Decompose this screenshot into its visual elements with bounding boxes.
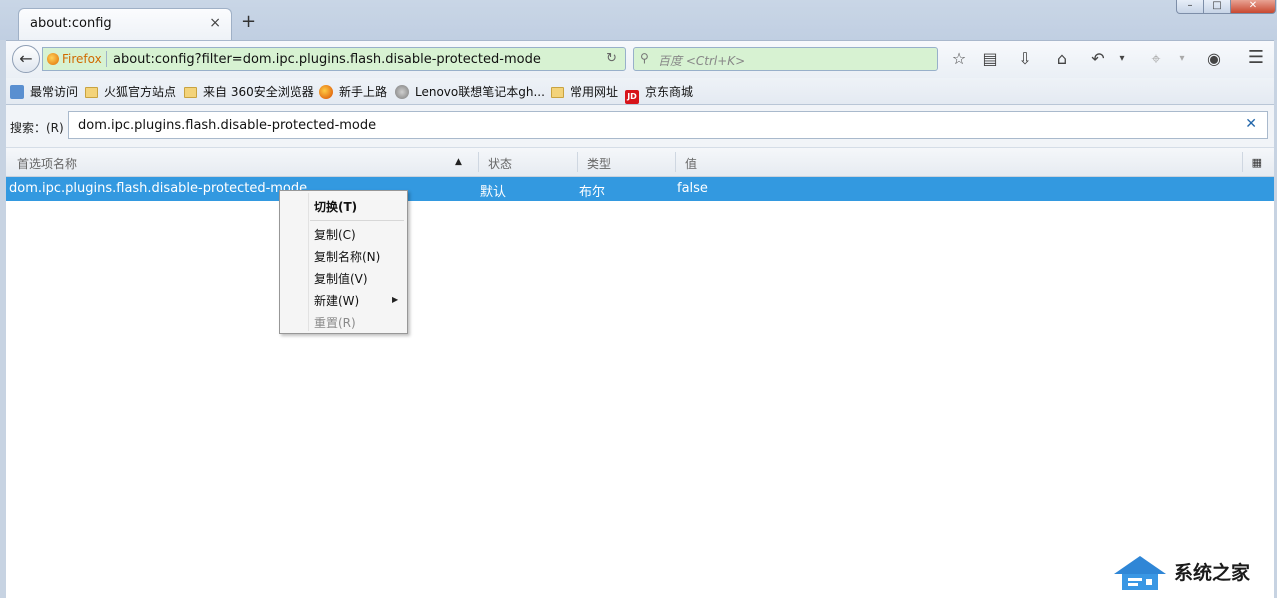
menu-item-copy-value[interactable]: 复制值(V)	[314, 270, 368, 287]
bookmark-label: 常用网址	[570, 85, 619, 99]
bookmark-label: 京东商城	[645, 85, 694, 99]
url-input[interactable]: about:config?filter=dom.ipc.plugins.flas…	[113, 52, 541, 67]
navigation-toolbar: ← Firefox about:config?filter=dom.ipc.pl…	[6, 40, 1274, 79]
most-visited-icon	[10, 85, 24, 99]
bookmark-label: 最常访问	[30, 85, 79, 99]
close-window-button[interactable]: ✕	[1230, 0, 1276, 14]
column-picker-icon[interactable]: ▦	[1252, 156, 1262, 169]
table-row[interactable]: dom.ipc.plugins.flash.disable-protected-…	[6, 177, 1274, 201]
about-config-page: 搜索：(R) dom.ipc.plugins.flash.disable-pro…	[6, 105, 1274, 598]
filter-input[interactable]: dom.ipc.plugins.flash.disable-protected-…	[68, 111, 1268, 139]
minimize-button[interactable]: –	[1176, 0, 1204, 14]
undo-icon[interactable]: ↶	[1087, 49, 1109, 68]
menu-hamburger-icon[interactable]: ☰	[1245, 47, 1267, 68]
home-icon[interactable]: ⌂	[1051, 49, 1073, 68]
bookmark-label: 来自 360安全浏览器	[203, 85, 314, 99]
folder-icon	[184, 87, 197, 98]
jd-icon: JD	[625, 90, 639, 104]
menu-item-new[interactable]: 新建(W)	[314, 292, 359, 309]
undo-dropdown-icon[interactable]: ▾	[1111, 53, 1133, 64]
globe-icon	[395, 85, 409, 99]
tab-bar: about:config × + – □ ✕	[0, 0, 1277, 40]
bookmark-lenovo[interactable]: Lenovo联想笔记本gh...	[395, 83, 545, 100]
firefox-icon	[47, 53, 59, 65]
tab-about-config[interactable]: about:config ×	[18, 8, 232, 40]
column-separator[interactable]	[478, 152, 479, 172]
chat-bubble-icon[interactable]: ◉	[1203, 49, 1225, 68]
sort-ascending-icon: ▲	[455, 157, 462, 167]
menu-gutter	[308, 193, 309, 331]
menu-item-copy[interactable]: 复制(C)	[314, 226, 356, 243]
menu-item-copy-name[interactable]: 复制名称(N)	[314, 248, 380, 265]
menu-item-toggle[interactable]: 切换(T)	[314, 198, 357, 215]
bookmark-folder-firefox-official[interactable]: 火狐官方站点	[85, 83, 176, 100]
house-logo-icon	[1114, 556, 1166, 590]
folder-icon	[85, 87, 98, 98]
bookmark-label: Lenovo联想笔记本gh...	[415, 85, 545, 99]
column-separator[interactable]	[675, 152, 676, 172]
maximize-button[interactable]: □	[1203, 0, 1231, 14]
back-arrow-icon: ←	[19, 49, 33, 68]
watermark: 系统之家	[1110, 552, 1275, 592]
pref-value-cell: false	[677, 181, 708, 196]
submenu-arrow-icon: ▶	[392, 295, 399, 304]
bookmarks-toolbar: 最常访问 火狐官方站点 来自 360安全浏览器 新手上路 Lenovo联想笔记本…	[6, 78, 1274, 105]
pref-name-cell: dom.ipc.plugins.flash.disable-protected-…	[9, 181, 308, 196]
bookmark-most-visited[interactable]: 最常访问	[10, 83, 78, 100]
identity-box[interactable]: Firefox	[47, 52, 102, 66]
crop-icon[interactable]: ⌖	[1145, 49, 1167, 69]
search-bar[interactable]: ⚲ 百度 <Ctrl+K>	[633, 47, 938, 71]
filter-value: dom.ipc.plugins.flash.disable-protected-…	[78, 118, 377, 133]
bookmark-folder-360[interactable]: 来自 360安全浏览器	[184, 83, 314, 100]
bookmark-getting-started[interactable]: 新手上路	[319, 83, 387, 100]
downloads-icon[interactable]: ⇩	[1014, 49, 1036, 68]
filter-row: 搜索：(R) dom.ipc.plugins.flash.disable-pro…	[6, 105, 1274, 148]
bookmark-folder-common-sites[interactable]: 常用网址	[551, 83, 618, 100]
clear-filter-icon[interactable]: ✕	[1245, 116, 1257, 132]
menu-item-reset: 重置(R)	[314, 316, 356, 330]
filter-label: 搜索：(R)	[10, 121, 64, 135]
context-menu: 切换(T) 复制(C) 复制名称(N) 复制值(V) 新建(W) ▶ 重置(R)	[279, 190, 408, 334]
menu-separator	[310, 220, 404, 221]
tab-close-icon[interactable]: ×	[209, 15, 221, 31]
url-bar[interactable]: Firefox about:config?filter=dom.ipc.plug…	[42, 47, 626, 71]
browser-window: about:config × + – □ ✕ ← Firefox about:c…	[0, 0, 1277, 598]
bookmark-star-icon[interactable]: ☆	[948, 49, 970, 68]
reading-list-icon[interactable]: ▤	[979, 49, 1001, 68]
search-icon: ⚲	[640, 51, 649, 65]
bookmark-label: 新手上路	[339, 85, 388, 99]
bookmark-jd[interactable]: JD 京东商城	[625, 83, 693, 104]
column-header-name[interactable]: 首选项名称	[17, 155, 77, 172]
pref-status-cell: 默认	[480, 185, 507, 200]
column-header-value[interactable]: 值	[685, 155, 697, 172]
watermark-text: 系统之家	[1174, 562, 1251, 584]
crop-dropdown-icon[interactable]: ▾	[1171, 53, 1193, 64]
tab-title: about:config	[30, 16, 112, 31]
firefox-icon	[319, 85, 333, 99]
new-tab-button[interactable]: +	[241, 11, 256, 32]
identity-label: Firefox	[62, 52, 102, 66]
column-header-type[interactable]: 类型	[587, 155, 611, 172]
column-separator	[1242, 152, 1243, 172]
search-input[interactable]: 百度 <Ctrl+K>	[658, 52, 745, 69]
reload-icon[interactable]: ↻	[606, 51, 617, 66]
bookmark-label: 火狐官方站点	[104, 85, 177, 99]
folder-icon	[551, 87, 564, 98]
column-separator[interactable]	[577, 152, 578, 172]
pref-type-cell: 布尔	[579, 185, 606, 200]
back-button[interactable]: ←	[12, 45, 40, 73]
column-header-status[interactable]: 状态	[488, 155, 512, 172]
table-header: 首选项名称 ▲ 状态 类型 值 ▦	[6, 148, 1274, 177]
url-separator	[106, 51, 107, 67]
